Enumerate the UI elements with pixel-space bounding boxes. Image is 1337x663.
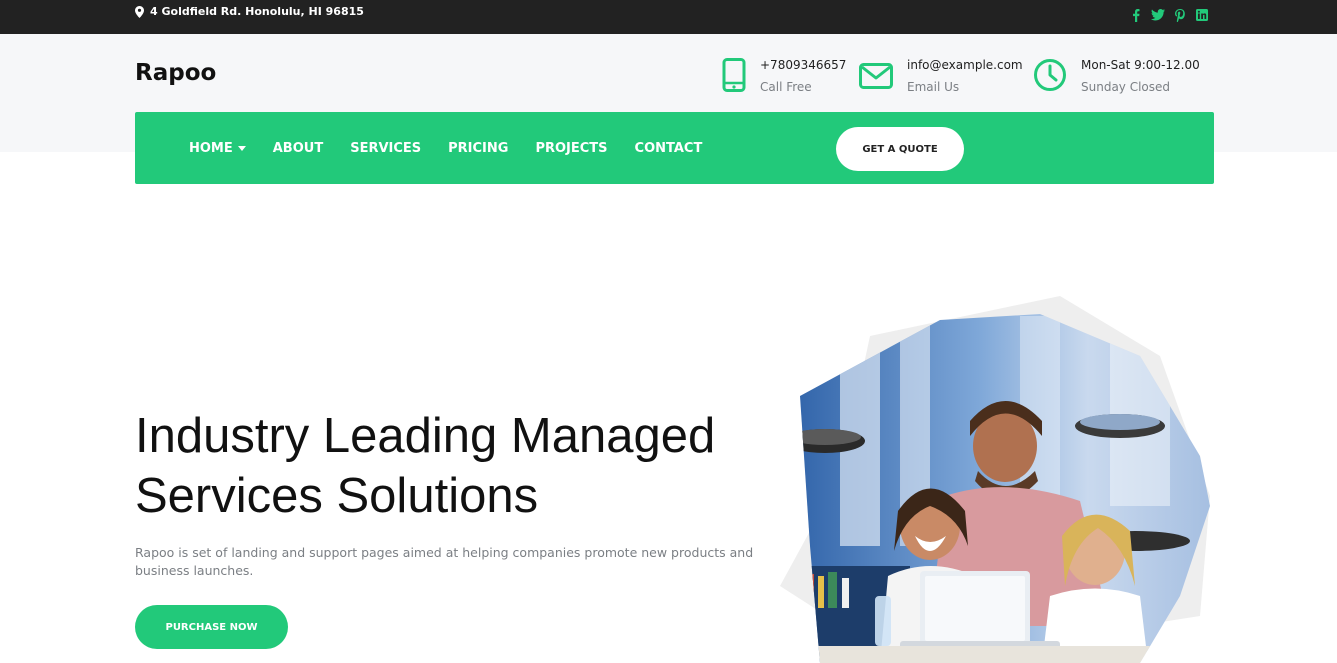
hero-office-image xyxy=(780,296,1210,663)
nav-item-pricing[interactable]: PRICING xyxy=(448,141,508,156)
hero-title: Industry Leading Managed Services Soluti… xyxy=(135,406,775,526)
social-links xyxy=(1129,8,1209,22)
phone-number: +7809346657 xyxy=(760,58,847,72)
nav-item-services[interactable]: SERVICES xyxy=(350,141,421,156)
phone-label: Call Free xyxy=(760,80,812,94)
hero-description: Rapoo is set of landing and support page… xyxy=(135,545,754,578)
linkedin-icon[interactable] xyxy=(1195,8,1209,22)
email-address: info@example.com xyxy=(907,58,1023,72)
hero-title-line-1: Industry Leading Managed xyxy=(135,409,716,463)
nav-item-home[interactable]: HOME xyxy=(189,141,246,156)
envelope-icon xyxy=(859,63,893,89)
nav-item-home-label: HOME xyxy=(189,140,233,156)
site-logo[interactable]: Rapoo xyxy=(135,60,216,86)
get-a-quote-button[interactable]: GET A QUOTE xyxy=(836,127,964,171)
hours-label: Sunday Closed xyxy=(1081,80,1171,94)
address: 4 Goldfield Rd. Honolulu, HI 96815 xyxy=(135,5,364,18)
contact-hours: Mon-Sat 9:00-12.00 Sunday Closed xyxy=(1033,58,1200,95)
purchase-now-button[interactable]: PURCHASE NOW xyxy=(135,605,288,649)
nav-item-about[interactable]: ABOUT xyxy=(273,141,323,156)
top-bar: 4 Goldfield Rd. Honolulu, HI 96815 xyxy=(0,0,1337,34)
nav-item-projects[interactable]: PROJECTS xyxy=(535,141,607,156)
main-nav: HOME ABOUT SERVICES PRICING PROJECTS CON… xyxy=(135,112,1214,184)
contact-email[interactable]: info@example.com Email Us xyxy=(859,58,1023,95)
pinterest-icon[interactable] xyxy=(1173,8,1187,22)
hero-title-line-2: Services Solutions xyxy=(135,469,539,523)
twitter-icon[interactable] xyxy=(1151,8,1165,22)
address-text: 4 Goldfield Rd. Honolulu, HI 96815 xyxy=(150,5,364,18)
caret-down-icon xyxy=(237,145,246,151)
contact-phone[interactable]: +7809346657 Call Free xyxy=(722,58,846,95)
hours-value: Mon-Sat 9:00-12.00 xyxy=(1081,58,1200,72)
phone-icon xyxy=(722,58,746,92)
clock-icon xyxy=(1034,59,1066,91)
nav-item-contact[interactable]: CONTACT xyxy=(635,141,703,156)
facebook-icon[interactable] xyxy=(1129,8,1143,22)
email-label: Email Us xyxy=(907,80,960,94)
location-pin-icon xyxy=(135,5,144,18)
